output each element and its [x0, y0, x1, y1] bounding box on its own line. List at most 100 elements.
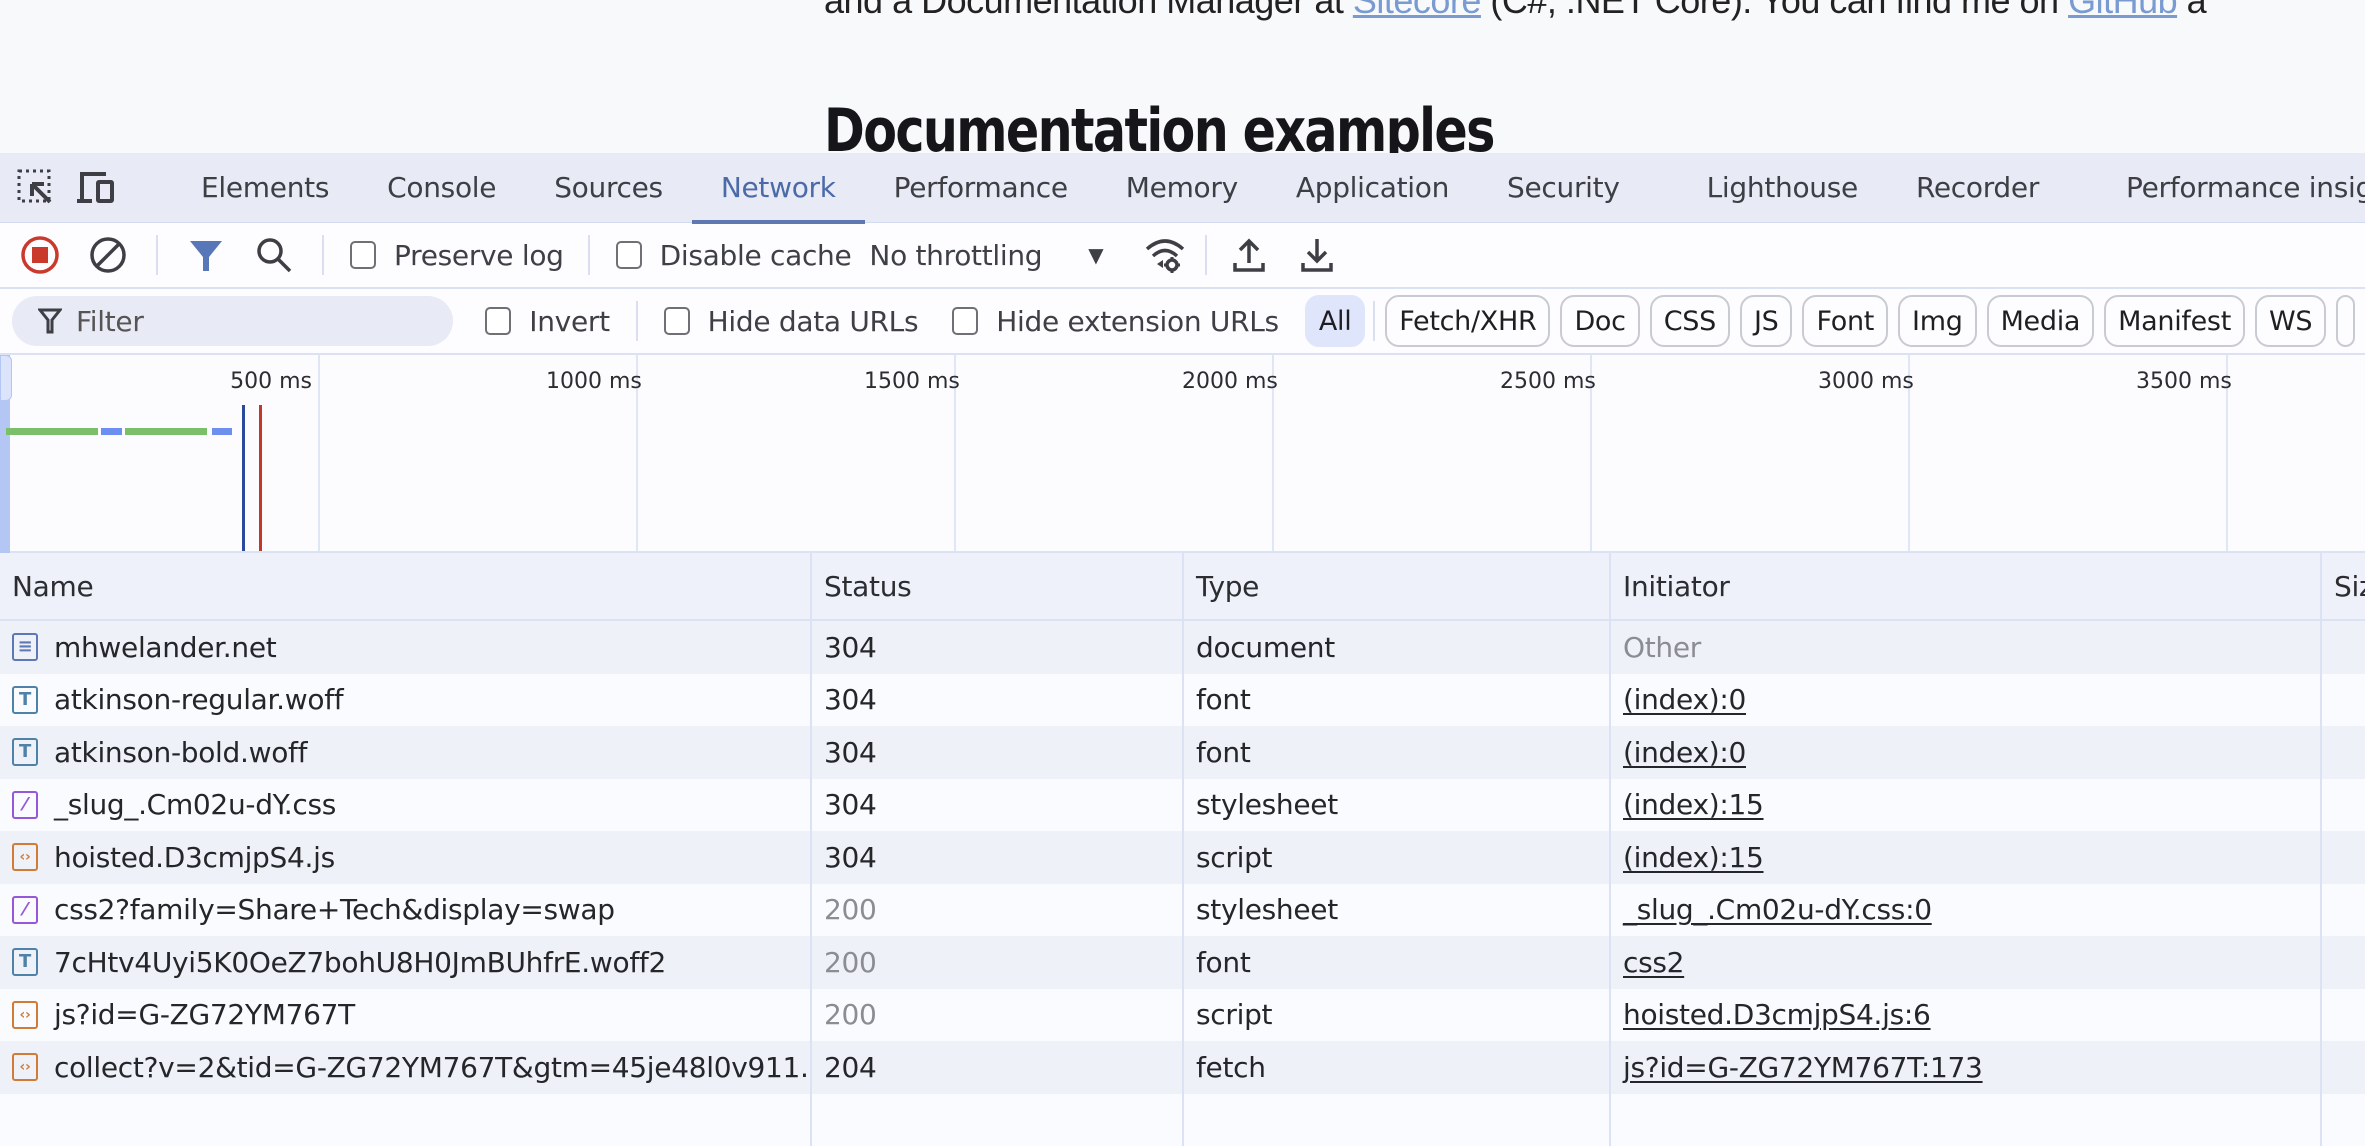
type-filter-manifest[interactable]: Manifest: [2104, 295, 2245, 347]
cell-name[interactable]: ‹›js?id=G-ZG72YM767T: [0, 989, 812, 1042]
type-filter-doc[interactable]: Doc: [1560, 295, 1639, 347]
type-filter-all[interactable]: All: [1305, 295, 1366, 347]
preserve-log-label: Preserve log: [394, 239, 564, 272]
cell-name[interactable]: ⁄css2?family=Share+Tech&display=swap: [0, 884, 812, 937]
table-row[interactable]: ‹›hoisted.D3cmjpS4.js304script(index):15: [0, 831, 2365, 884]
network-overview-timeline[interactable]: 500 ms1000 ms1500 ms2000 ms2500 ms3000 m…: [0, 355, 2365, 553]
script-file-icon: ‹›: [12, 843, 38, 871]
type-filter-fetch-xhr[interactable]: Fetch/XHR: [1385, 295, 1550, 347]
hide-data-urls-checkbox[interactable]: Hide data URLs: [664, 305, 919, 338]
cell-name[interactable]: T7cHtv4Uyi5K0OeZ7bohU8H0JmBUhfrE.woff2: [0, 936, 812, 989]
type-filter-media[interactable]: Media: [1987, 295, 2095, 347]
cell-name[interactable]: ⁄_slug_.Cm02u-dY.css: [0, 779, 812, 832]
tab-security[interactable]: Security: [1478, 153, 1678, 223]
checkbox-box[interactable]: [350, 241, 376, 269]
cell-size: [2322, 989, 2365, 1042]
cell-name[interactable]: Tatkinson-regular.woff: [0, 674, 812, 727]
cell-name[interactable]: ‹›collect?v=2&tid=G-ZG72YM767T&gtm=45je4…: [0, 1041, 812, 1094]
tab-recorder[interactable]: Recorder: [1887, 153, 2097, 223]
clear-icon[interactable]: [86, 233, 130, 277]
inspect-element-icon[interactable]: [16, 164, 56, 212]
preserve-log-checkbox[interactable]: Preserve log: [350, 239, 564, 272]
requests-table: Name Status Type Initiator Siz ≡mhweland…: [0, 553, 2365, 1146]
type-filter-img[interactable]: Img: [1898, 295, 1977, 347]
table-row[interactable]: ⁄_slug_.Cm02u-dY.css304stylesheet(index)…: [0, 779, 2365, 832]
export-har-icon[interactable]: [1295, 233, 1339, 277]
domcontentloaded-line: [242, 405, 245, 551]
type-filter-css[interactable]: CSS: [1650, 295, 1730, 347]
initiator-link[interactable]: (index):15: [1623, 788, 1764, 821]
cell-name[interactable]: ‹›hoisted.D3cmjpS4.js: [0, 831, 812, 884]
type-filter-more[interactable]: [2336, 295, 2355, 347]
checkbox-box[interactable]: [664, 307, 690, 335]
table-row[interactable]: ‹›collect?v=2&tid=G-ZG72YM767T&gtm=45je4…: [0, 1041, 2365, 1094]
tab-elements[interactable]: Elements: [172, 153, 358, 223]
tab-application[interactable]: Application: [1267, 153, 1478, 223]
divider: [588, 235, 590, 275]
filter-input[interactable]: Filter: [12, 296, 453, 346]
record-stop-button[interactable]: [18, 233, 62, 277]
font-file-icon: T: [12, 686, 38, 714]
cell-status: 304: [812, 674, 1184, 727]
load-event-line: [259, 405, 262, 551]
table-row[interactable]: ≡mhwelander.net304documentOther: [0, 621, 2365, 674]
devtools-tabbar: Elements Console Sources Network Perform…: [0, 153, 2365, 223]
cell-initiator: css2: [1611, 936, 2322, 989]
hide-extension-urls-label: Hide extension URLs: [996, 305, 1279, 338]
column-header-size[interactable]: Siz: [2322, 553, 2365, 619]
cell-name[interactable]: Tatkinson-bold.woff: [0, 726, 812, 779]
tab-network[interactable]: Network: [692, 153, 865, 223]
type-filter-js[interactable]: JS: [1740, 295, 1793, 347]
request-name: css2?family=Share+Tech&display=swap: [54, 893, 615, 926]
throttling-select[interactable]: No throttling ▼: [869, 239, 1103, 272]
checkbox-box[interactable]: [485, 307, 511, 335]
github-link[interactable]: GitHub: [2068, 0, 2177, 21]
table-row[interactable]: Tatkinson-regular.woff304font(index):0: [0, 674, 2365, 727]
type-filter-font[interactable]: Font: [1802, 295, 1888, 347]
sitecore-link[interactable]: Sitecore: [1353, 0, 1481, 21]
filter-toggle-icon[interactable]: [184, 233, 228, 277]
cell-size: [2322, 831, 2365, 884]
import-har-icon[interactable]: [1227, 233, 1271, 277]
hide-extension-urls-checkbox[interactable]: Hide extension URLs: [952, 305, 1279, 338]
overview-handle-grip[interactable]: [0, 355, 12, 401]
initiator-link[interactable]: (index):0: [1623, 683, 1746, 716]
initiator-link[interactable]: (index):0: [1623, 736, 1746, 769]
column-header-status[interactable]: Status: [812, 553, 1184, 619]
initiator-link[interactable]: js?id=G-ZG72YM767T:173: [1623, 1051, 1983, 1084]
filter-placeholder: Filter: [76, 305, 144, 338]
checkbox-box[interactable]: [952, 307, 978, 335]
tab-sources[interactable]: Sources: [525, 153, 692, 223]
tab-performance-insights[interactable]: Performance insights: [2097, 153, 2365, 223]
initiator-link[interactable]: css2: [1623, 946, 1684, 979]
table-row[interactable]: Tatkinson-bold.woff304font(index):0: [0, 726, 2365, 779]
filter-icon: [38, 307, 62, 335]
cell-name[interactable]: ≡mhwelander.net: [0, 621, 812, 674]
cell-status: 200: [812, 936, 1184, 989]
initiator-link[interactable]: (index):15: [1623, 841, 1764, 874]
type-filter-ws[interactable]: WS: [2255, 295, 2326, 347]
search-icon[interactable]: [252, 233, 296, 277]
request-name: atkinson-bold.woff: [54, 736, 307, 769]
table-row[interactable]: ‹›js?id=G-ZG72YM767T200scripthoisted.D3c…: [0, 989, 2365, 1042]
initiator-link[interactable]: _slug_.Cm02u-dY.css:0: [1623, 893, 1932, 926]
network-conditions-icon[interactable]: [1143, 233, 1187, 277]
tab-memory[interactable]: Memory: [1097, 153, 1267, 223]
cell-size: [2322, 779, 2365, 832]
tab-console[interactable]: Console: [358, 153, 525, 223]
page-paragraph: and a Documentation Manager at Sitecore …: [824, 0, 2206, 22]
stylesheet-file-icon: ⁄: [12, 791, 38, 819]
device-toolbar-icon[interactable]: [76, 164, 118, 212]
column-header-initiator[interactable]: Initiator: [1611, 553, 2322, 619]
table-row[interactable]: T7cHtv4Uyi5K0OeZ7bohU8H0JmBUhfrE.woff220…: [0, 936, 2365, 989]
cell-initiator: _slug_.Cm02u-dY.css:0: [1611, 884, 2322, 937]
checkbox-box[interactable]: [616, 241, 642, 269]
tab-lighthouse[interactable]: Lighthouse: [1678, 153, 1887, 223]
table-row[interactable]: ⁄css2?family=Share+Tech&display=swap200s…: [0, 884, 2365, 937]
column-header-name[interactable]: Name: [0, 553, 812, 619]
disable-cache-checkbox[interactable]: Disable cache: [616, 239, 852, 272]
invert-checkbox[interactable]: Invert: [485, 305, 610, 338]
column-header-type[interactable]: Type: [1184, 553, 1611, 619]
initiator-link[interactable]: hoisted.D3cmjpS4.js:6: [1623, 998, 1931, 1031]
tab-performance[interactable]: Performance: [865, 153, 1097, 223]
